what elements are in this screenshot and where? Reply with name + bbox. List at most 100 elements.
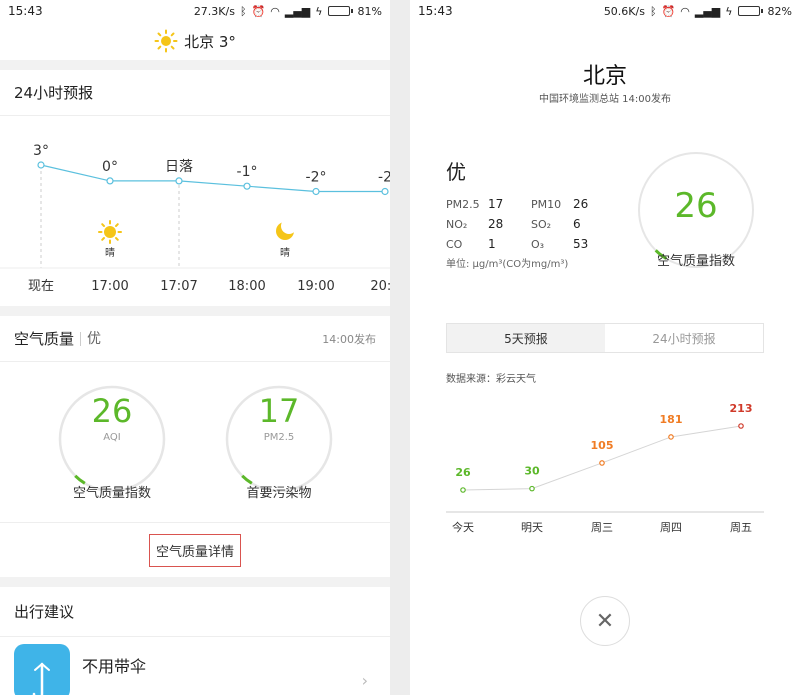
pollutant-value: 17 (488, 197, 504, 211)
time-label: 19:00 (297, 279, 334, 294)
city-name: 北京 (582, 64, 627, 89)
pollutant-table: PM2.5 17 PM10 26 NO₂ 28 SO₂ 6 CO 1 O₃ 53 (446, 194, 616, 254)
condition-label: 晴 (105, 246, 115, 259)
charging-icon: ϟ (725, 4, 733, 18)
air-quality-title: 空气质量 (14, 330, 75, 348)
aqi-value-label: 105 (591, 439, 614, 452)
temp-label: 0° (102, 159, 118, 175)
aqi-line (462, 425, 742, 491)
sun-icon (98, 220, 122, 244)
air-quality-published: 14:00发布 (322, 332, 376, 346)
pollutant-value: 53 (573, 237, 589, 251)
city-temp: 北京 3° (184, 32, 236, 51)
temp-point (243, 182, 251, 190)
day-label: 周五 (730, 521, 752, 534)
time-label: 17:07 (160, 279, 197, 294)
day-label: 周三 (591, 521, 613, 534)
air-quality-level: 优 (80, 331, 101, 346)
data-source: 数据来源：彩云天气 (446, 374, 536, 385)
pollutant-name: O₃ (531, 237, 545, 251)
signal-icon: ▂▄▆ (694, 4, 721, 18)
status-bar: 15:43 27.3K/s ᛒ ⏰ ◠ ▂▄▆ ϟ 81% (0, 0, 390, 22)
network-speed: 50.6K/s (603, 4, 645, 18)
battery-icon (737, 6, 763, 16)
tab-5day[interactable]: 5天预报 (447, 324, 605, 352)
status-icons: 50.6K/s ᛒ ⏰ ◠ ▂▄▆ ϟ 82% (604, 5, 792, 18)
aqi-label: 空气质量指数 (72, 486, 151, 501)
travel-item-label: 不用带伞 (82, 657, 147, 676)
temp-line (40, 164, 385, 193)
temp-point (106, 177, 114, 185)
pollutant-value: 1 (488, 237, 496, 251)
chevron-right-icon: › (361, 671, 368, 690)
left-phone: 15:43 27.3K/s ᛒ ⏰ ◠ ▂▄▆ ϟ 81% 北京 3° 24小时… (0, 0, 390, 695)
battery-percent: 82% (767, 4, 792, 18)
pm25-label: 首要污染物 (246, 486, 312, 501)
network-speed: 27.3K/s (193, 4, 235, 18)
time-label: 20:0 (370, 279, 390, 294)
temp-label: -2 (378, 170, 390, 186)
alarm-icon: ⏰ (251, 4, 266, 18)
right-phone: 15:43 50.6K/s ᛒ ⏰ ◠ ▂▄▆ ϟ 82% 北京 中国环境监测总… (410, 0, 800, 695)
temp-point (175, 177, 183, 185)
aqi-value: 26 (91, 392, 133, 430)
charging-icon: ϟ (315, 4, 323, 18)
close-icon: ✕ (595, 608, 615, 634)
aqi-big-value: 26 (674, 186, 718, 226)
air-quality-level: 优 (446, 160, 466, 184)
air-quality-detail-button[interactable]: 空气质量详情 (148, 533, 241, 567)
signal-icon: ▂▄▆ (284, 4, 311, 18)
aqi-value-label: 26 (455, 466, 471, 479)
temp-point (312, 187, 320, 196)
air-quality-card: 空气质量 优 14:00发布 26 AQI 空气质量指数 17 PM2.5 首要… (0, 316, 390, 577)
aqi-point (738, 423, 744, 429)
unit-note: 单位: μg/m³(CO为mg/m³) (446, 259, 569, 270)
umbrella-icon (14, 644, 70, 695)
status-bar: 15:43 50.6K/s ᛒ ⏰ ◠ ▂▄▆ ϟ 82% (410, 0, 800, 22)
travel-card: 出行建议 不用带伞 › (0, 587, 390, 695)
temp-label: 3° (33, 143, 49, 159)
aqi-5day-chart: 26 今天 30 明天 105 周三 181 周四 213 周五 (446, 402, 764, 534)
day-label: 周四 (660, 521, 682, 534)
pollutant-value: 28 (488, 217, 504, 231)
alarm-icon: ⏰ (661, 4, 676, 18)
travel-item-umbrella[interactable]: 不用带伞 › (0, 637, 390, 695)
condition-label: 晴 (280, 246, 290, 259)
sun-icon (154, 29, 178, 53)
forecast-24h-card: 24小时预报 3° 现在 0° 17:00 晴 日落 17:07 -1° 18:00 晴 -2° 19… (0, 70, 390, 306)
moon-icon (276, 218, 297, 240)
pollutant-name: CO (446, 237, 463, 251)
forecast-24h-title: 24小时预报 (14, 84, 94, 102)
time-label: 17:00 (91, 279, 128, 294)
aqi-point (529, 485, 535, 492)
day-label: 明天 (521, 521, 543, 534)
data-publisher: 中国环境监测总站 14:00发布 (539, 94, 671, 105)
close-button[interactable]: ✕ (580, 596, 630, 646)
pollutant-row: CO 1 O₃ 53 (446, 234, 616, 254)
day-label: 今天 (452, 520, 474, 534)
status-icons: 27.3K/s ᛒ ⏰ ◠ ▂▄▆ ϟ 81% (194, 5, 382, 18)
battery-percent: 81% (357, 4, 382, 18)
forecast-24h-chart[interactable]: 3° 现在 0° 17:00 晴 日落 17:07 -1° 18:00 晴 -2° 19:00 -2 20… (0, 116, 390, 306)
tab-24h[interactable]: 24小时预报 (605, 324, 763, 352)
temp-point (37, 161, 45, 169)
wifi-icon: ◠ (270, 4, 280, 18)
aqi-big-label: 空气质量指数 (656, 254, 735, 269)
time-label: 现在 (28, 279, 54, 294)
pm25-unit: PM2.5 (263, 432, 295, 443)
aqi-unit: AQI (103, 432, 121, 443)
temp-label: -2° (306, 170, 327, 186)
status-time: 15:43 (418, 4, 453, 18)
pm25-value: 17 (258, 392, 300, 430)
pollutant-value: 26 (573, 197, 589, 211)
forecast-tabs: 5天预报 24小时预报 (446, 323, 764, 353)
status-time: 15:43 (8, 4, 43, 18)
pollutant-name: PM10 (531, 197, 562, 211)
pollutant-name: PM2.5 (446, 197, 480, 211)
wifi-icon: ◠ (680, 4, 690, 18)
pollutant-row: NO₂ 28 SO₂ 6 (446, 214, 616, 234)
air-quality-gauges: 26 AQI 空气质量指数 17 PM2.5 首要污染物 (0, 362, 390, 522)
time-label: 18:00 (228, 279, 265, 294)
aqi-value-label: 181 (660, 413, 683, 426)
city-header[interactable]: 北京 3° (0, 22, 390, 60)
